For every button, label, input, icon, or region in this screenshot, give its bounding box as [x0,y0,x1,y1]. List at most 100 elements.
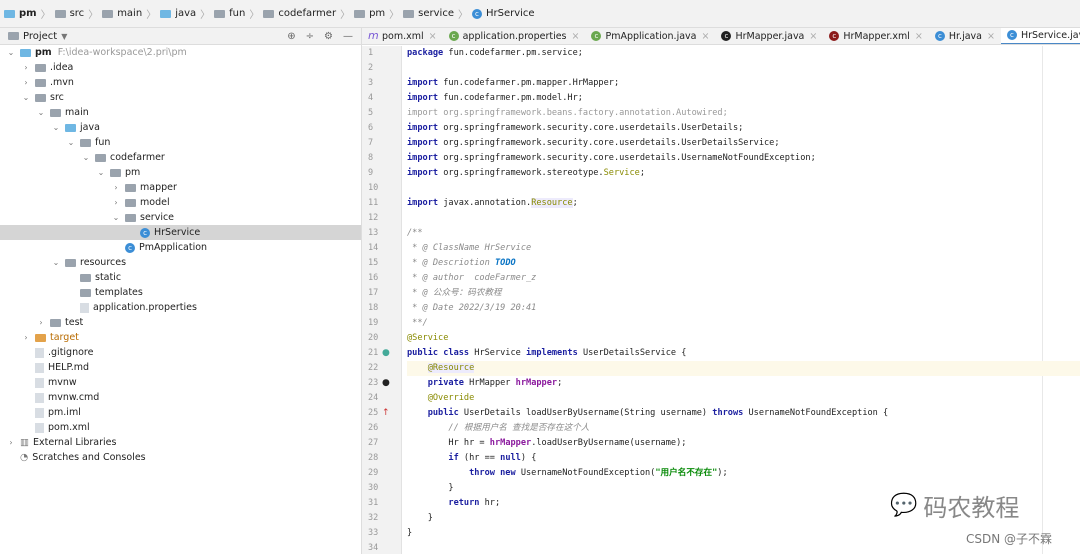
tree-item-mvnw[interactable]: mvnw [0,375,361,390]
breadcrumb-item[interactable]: fun 〉 [214,6,259,21]
tree-item-application-properties[interactable]: application.properties [0,300,361,315]
breadcrumb-item[interactable]: main 〉 [102,6,156,21]
chevron-right-icon[interactable]: › [21,78,31,87]
collapse-icon[interactable]: ÷ [306,31,314,42]
bean-icon[interactable]: ● [382,346,390,361]
mybatis-icon[interactable]: ● [382,376,390,391]
tree-item-pm[interactable]: ⌄ pm F:\idea-workspace\2.pri\pm [0,45,361,60]
tab-pom-xml[interactable]: m pom.xml × [362,28,443,44]
tree-item-main[interactable]: ⌄ main [0,105,361,120]
tree-item-templates[interactable]: templates [0,285,361,300]
class-icon: c [125,242,135,253]
tree-item-external-libraries[interactable]: › ▥ External Libraries [0,435,361,450]
tree-item-test[interactable]: › test [0,315,361,330]
tree-item-mvnw-cmd[interactable]: mvnw.cmd [0,390,361,405]
breadcrumb-item[interactable]: pm 〉 [354,6,399,21]
code-token: hrMapper [515,378,558,388]
line-number: 12 [368,213,379,223]
code-line: private HrMapper hrMapper; [407,376,1080,391]
tree-item-label: mvnw [48,377,77,388]
chevron-down-icon[interactable]: ⌄ [6,48,16,57]
tree-item-scratches-and-consoles[interactable]: ◔ Scratches and Consoles [0,450,361,465]
close-icon[interactable]: × [429,31,437,42]
tree-item-service[interactable]: ⌄ service [0,210,361,225]
breadcrumb-item[interactable]: src 〉 [54,6,98,21]
code-editor[interactable]: 1 2 3 4 5 6 7 8 9 10 11 12 13 14 15 16 17 18 19 20 21 ● 22 23 ● 2… [362,46,1080,554]
scratch-icon: ◔ [20,452,29,463]
tree-item-label: target [50,332,79,343]
breadcrumb-label: pm [19,8,37,19]
chevron-down-icon[interactable]: ▼ [61,32,67,41]
tree-item-static[interactable]: static [0,270,361,285]
tree-item-target[interactable]: › target [0,330,361,345]
tab-application-properties[interactable]: c application.properties × [443,28,586,44]
tree-item-pm[interactable]: ⌄ pm [0,165,361,180]
breadcrumb-item[interactable]: service 〉 [403,6,468,21]
tree-item-resources[interactable]: ⌄ resources [0,255,361,270]
code-token: Resource [531,198,573,208]
chevron-down-icon[interactable]: ⌄ [51,258,61,267]
chevron-right-icon: 〉 [40,10,51,21]
chevron-right-icon[interactable]: › [21,63,31,72]
tree-item-codefarmer[interactable]: ⌄ codefarmer [0,150,361,165]
close-icon[interactable]: × [701,31,709,42]
tree-item-model[interactable]: › model [0,195,361,210]
tree-item-src[interactable]: ⌄ src [0,90,361,105]
breadcrumb-item[interactable]: pm 〉 [4,6,51,21]
code-token: org.springframework.security.core.userde… [443,153,816,163]
target-icon[interactable]: ⊕ [287,31,295,42]
close-icon[interactable]: × [987,31,995,42]
tree-item-help-md[interactable]: HELP.md [0,360,361,375]
tab-hr-java[interactable]: c Hr.java × [929,28,1001,44]
code-line: import org.springframework.security.core… [407,151,1080,166]
close-icon[interactable]: × [915,31,923,42]
breadcrumb-label: fun [229,8,246,19]
chevron-right-icon[interactable]: › [6,438,16,447]
close-icon[interactable]: × [809,31,817,42]
chevron-right-icon[interactable]: › [36,318,46,327]
tab-pmapplication-java[interactable]: c PmApplication.java × [585,28,715,44]
tree-item-hrservice[interactable]: c HrService [0,225,361,240]
line-number: 20 [368,333,379,343]
tab-hrmapper-xml[interactable]: c HrMapper.xml × [823,28,929,44]
minimize-icon[interactable]: — [343,31,353,42]
chevron-down-icon[interactable]: ⌄ [66,138,76,147]
gear-icon[interactable]: ⚙ [324,31,333,42]
line-number: 33 [368,528,379,538]
breadcrumb-item[interactable]: java 〉 [160,6,210,21]
tree-item-pom-xml[interactable]: pom.xml [0,420,361,435]
code-token: if [407,453,464,463]
tab-hrservice-java[interactable]: cHrService.java× [1000,28,1080,44]
chevron-right-icon[interactable]: › [21,333,31,342]
tree-item-fun[interactable]: ⌄ fun [0,135,361,150]
breadcrumb-item[interactable]: c HrService [471,8,535,19]
chevron-right-icon[interactable]: › [111,183,121,192]
project-panel-header: Project ▼ ⊕ ÷ ⚙ — [0,28,361,45]
chevron-down-icon[interactable]: ⌄ [21,93,31,102]
chevron-right-icon[interactable]: › [111,198,121,207]
code-token: import [407,153,444,163]
chevron-down-icon[interactable]: ⌄ [111,213,121,222]
chevron-down-icon[interactable]: ⌄ [81,153,91,162]
tree-item--idea[interactable]: › .idea [0,60,361,75]
close-icon[interactable]: × [572,31,580,42]
tab-hrmapper-java[interactable]: c HrMapper.java × [715,28,823,44]
project-view-selector[interactable]: Project [23,31,57,42]
chevron-down-icon[interactable]: ⌄ [51,123,61,132]
tree-item-pm-iml[interactable]: pm.iml [0,405,361,420]
line-number: 1 [368,48,374,58]
folder-icon [35,93,46,102]
chevron-down-icon[interactable]: ⌄ [36,108,46,117]
tree-item--gitignore[interactable]: .gitignore [0,345,361,360]
chevron-down-icon[interactable]: ⌄ [96,168,106,177]
tree-item-label: PmApplication [139,242,208,253]
tree-item-mapper[interactable]: › mapper [0,180,361,195]
tree-item-pmapplication[interactable]: c PmApplication [0,240,361,255]
chevron-right-icon: 〉 [340,10,351,21]
tree-item--mvn[interactable]: › .mvn [0,75,361,90]
breadcrumb-item[interactable]: codefarmer 〉 [263,6,350,21]
implements-icon[interactable]: ↑ [382,406,390,421]
code-line: * @ ClassName HrService [407,241,1080,256]
tree-item-java[interactable]: ⌄ java [0,120,361,135]
code-token: * @ ClassName HrService [407,243,532,253]
